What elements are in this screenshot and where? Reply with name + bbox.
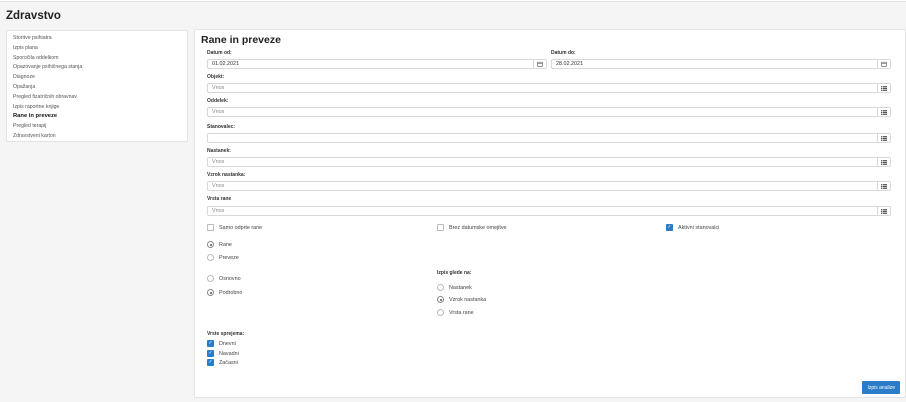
checkbox-box[interactable] <box>207 224 214 231</box>
radio-preveze-label: Preveze <box>219 254 239 261</box>
radio-preveze[interactable]: Preveze <box>207 254 239 261</box>
nastanek-field <box>207 157 891 167</box>
radio-group-vzrok[interactable]: Vzrok nastanka <box>437 296 486 303</box>
nastanek-label: Nastanek: <box>207 148 231 154</box>
sidebar-item-opazovanje[interactable]: Opazovanje psihičnega stanja <box>13 63 181 73</box>
radio-dot[interactable] <box>207 275 214 282</box>
page-title: Rane in preveze <box>201 34 281 46</box>
admission-dnevni-label: Dnevni <box>219 340 236 347</box>
group-by-label: Izpis glede na: <box>437 270 472 276</box>
nastanek-input[interactable] <box>208 158 890 166</box>
radio-dot[interactable] <box>207 289 214 296</box>
radio-group-vrsta[interactable]: Vrsta rane <box>437 309 474 316</box>
oddelek-label: Oddelek: <box>207 98 229 104</box>
sidebar-item-diagnoze[interactable]: Diagnoze <box>13 73 181 83</box>
radio-group-nastanek[interactable]: Nastanek <box>437 284 472 291</box>
objekt-input[interactable] <box>208 84 890 92</box>
admission-dnevni-checkbox[interactable]: ✓ Dnevni <box>207 340 236 347</box>
aktivni-label: Aktivni stanovalci <box>678 224 720 231</box>
aktivni-checkbox[interactable]: ✓ Aktivni stanovalci <box>666 224 719 231</box>
radio-dot[interactable] <box>207 254 214 261</box>
sidebar-item-pregled-terapij[interactable]: Pregled terapij <box>13 122 181 132</box>
sidebar-item-izpis-plana[interactable]: Izpis plana <box>13 44 181 54</box>
stanovalec-label: Stanovalec: <box>207 124 236 130</box>
sidebar-menu: Storitve psihiatra Izpis plana Sporočila… <box>6 30 188 142</box>
calendar-icon[interactable] <box>877 60 890 68</box>
radio-group-nastanek-label: Nastanek <box>449 284 472 291</box>
check-icon[interactable]: ✓ <box>207 340 214 347</box>
radio-dot[interactable] <box>437 296 444 303</box>
sidebar-item-raportna-knjiga[interactable]: Izpis raportne knjige <box>13 103 181 113</box>
admission-navadni-checkbox[interactable]: ✓ Navadni <box>207 350 239 357</box>
radio-rane[interactable]: Rane <box>207 241 232 248</box>
radio-group-vzrok-label: Vzrok nastanka <box>449 296 487 303</box>
vrsta-label: Vrsta rane <box>207 196 232 202</box>
oddelek-field <box>207 107 891 117</box>
vzrok-label: Vzrok nastanka: <box>207 172 246 178</box>
radio-podrobno[interactable]: Podrobno <box>207 289 242 296</box>
list-icon[interactable] <box>877 134 890 142</box>
samo-odprte-label: Samo odprte rane <box>219 224 263 231</box>
top-bar <box>0 0 906 2</box>
vzrok-input[interactable] <box>208 182 890 190</box>
sidebar-item-zdravstveni-karton[interactable]: Zdravstveni karton <box>13 132 181 142</box>
check-icon[interactable]: ✓ <box>207 350 214 357</box>
report-form-panel: Rane in preveze Datum od: Datum do: Obje… <box>194 29 906 398</box>
admission-label: Vrste sprejema: <box>207 331 245 337</box>
radio-rane-label: Rane <box>219 241 232 248</box>
admission-zacasni-label: Začasni <box>219 359 238 366</box>
sidebar-item-opazanja[interactable]: Opažanja <box>13 83 181 93</box>
objekt-label: Objekt: <box>207 74 225 80</box>
date-from-input[interactable] <box>208 60 546 68</box>
stanovalec-input[interactable] <box>208 134 890 142</box>
vrsta-field <box>207 206 891 216</box>
sidebar-item-storitve-psihiatra[interactable]: Storitve psihiatra <box>13 34 181 44</box>
radio-osnovno[interactable]: Osnovno <box>207 275 241 282</box>
list-icon[interactable] <box>877 108 890 116</box>
sidebar-item-sporocila-oddelkom[interactable]: Sporočila oddelkom <box>13 54 181 64</box>
brez-omejitve-label: Brez datumske omejitve <box>449 224 507 231</box>
date-from-label: Datum od: <box>207 50 232 56</box>
radio-dot[interactable] <box>437 284 444 291</box>
radio-group-vrsta-label: Vrsta rane <box>449 309 474 316</box>
sidebar-item-rane-in-preveze[interactable]: Rane in preveze <box>13 112 181 122</box>
list-icon[interactable] <box>877 207 890 215</box>
checkbox-box[interactable] <box>437 224 444 231</box>
date-to-field <box>551 59 891 69</box>
date-to-input[interactable] <box>552 60 890 68</box>
check-icon[interactable]: ✓ <box>207 359 214 366</box>
radio-dot[interactable] <box>437 309 444 316</box>
oddelek-input[interactable] <box>208 108 890 116</box>
app-title: Zdravstvo <box>6 10 61 22</box>
sidebar-item-fizatricne-obravnave[interactable]: Pregled fizatričnih obravnav <box>13 93 181 103</box>
calendar-icon[interactable] <box>533 60 546 68</box>
radio-dot[interactable] <box>207 241 214 248</box>
objekt-field <box>207 83 891 93</box>
admission-navadni-label: Navadni <box>219 350 239 357</box>
vzrok-field <box>207 181 891 191</box>
stanovalec-field <box>207 133 891 143</box>
vrsta-input[interactable] <box>208 207 890 215</box>
radio-osnovno-label: Osnovno <box>219 275 241 282</box>
list-icon[interactable] <box>877 158 890 166</box>
list-icon[interactable] <box>877 182 890 190</box>
samo-odprte-checkbox[interactable]: Samo odprte rane <box>207 224 262 231</box>
list-icon[interactable] <box>877 84 890 92</box>
date-to-label: Datum do: <box>551 50 576 56</box>
check-icon[interactable]: ✓ <box>666 224 673 231</box>
date-from-field <box>207 59 547 69</box>
radio-podrobno-label: Podrobno <box>219 289 243 296</box>
admission-zacasni-checkbox[interactable]: ✓ Začasni <box>207 359 238 366</box>
submit-analysis-button[interactable]: Izpis analize <box>862 381 900 394</box>
brez-omejitve-checkbox[interactable]: Brez datumske omejitve <box>437 224 507 231</box>
